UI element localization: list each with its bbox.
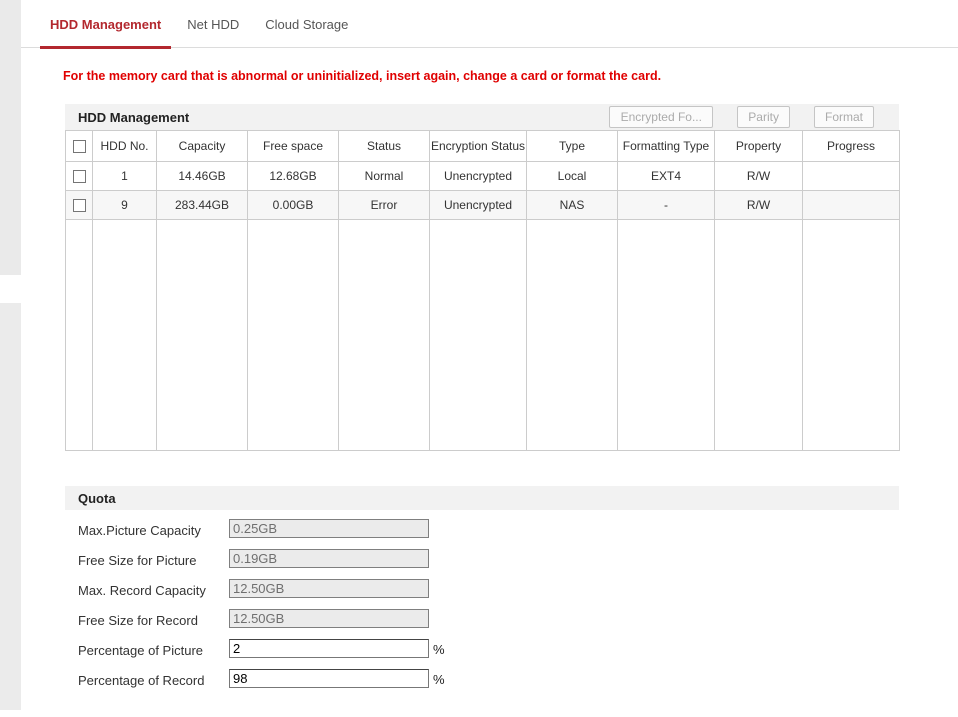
quota-field-label: Percentage of Picture: [78, 643, 203, 658]
quota-field-row: Free Size for Record: [65, 609, 899, 639]
left-sidebar-strip-top: [0, 0, 21, 275]
empty-cell: [66, 220, 93, 451]
tab-bar: HDD Management Net HDD Cloud Storage: [21, 0, 958, 48]
table-cell: Normal: [339, 162, 430, 191]
format-button[interactable]: Format: [814, 106, 874, 128]
column-header: Encryption Status: [430, 131, 527, 162]
row-checkbox[interactable]: [73, 170, 86, 183]
table-cell: 283.44GB: [157, 191, 248, 220]
hdd-table: HDD No.CapacityFree spaceStatusEncryptio…: [65, 130, 900, 451]
empty-cell: [527, 220, 618, 451]
table-cell: -: [618, 191, 715, 220]
table-cell: [803, 162, 900, 191]
column-header: Free space: [248, 131, 339, 162]
empty-cell: [248, 220, 339, 451]
table-cell: EXT4: [618, 162, 715, 191]
parity-button[interactable]: Parity: [737, 106, 790, 128]
select-all-checkbox[interactable]: [73, 140, 86, 153]
quota-field-input: [229, 609, 429, 628]
column-header: Type: [527, 131, 618, 162]
quota-field-row: Percentage of Picture%: [65, 639, 899, 669]
tab-net-hdd[interactable]: Net HDD: [177, 17, 249, 49]
quota-panel-header: Quota: [65, 486, 899, 510]
hdd-panel-title: HDD Management: [65, 110, 189, 125]
table-cell: R/W: [715, 162, 803, 191]
row-checkbox[interactable]: [73, 199, 86, 212]
table-cell: [803, 191, 900, 220]
quota-panel-title: Quota: [65, 491, 116, 506]
encrypted-format-button[interactable]: Encrypted Fo...: [609, 106, 713, 128]
empty-cell: [430, 220, 527, 451]
quota-field-input: [229, 579, 429, 598]
percent-suffix: %: [433, 672, 445, 687]
table-cell: Local: [527, 162, 618, 191]
table-cell: 14.46GB: [157, 162, 248, 191]
empty-cell: [618, 220, 715, 451]
quota-field-label: Max. Record Capacity: [78, 583, 206, 598]
column-header: Progress: [803, 131, 900, 162]
empty-cell: [803, 220, 900, 451]
quota-field-input: [229, 519, 429, 538]
tab-hdd-management[interactable]: HDD Management: [40, 17, 171, 49]
tab-cloud-storage[interactable]: Cloud Storage: [255, 17, 358, 49]
table-cell: Unencrypted: [430, 191, 527, 220]
quota-field-input: [229, 549, 429, 568]
column-header: HDD No.: [93, 131, 157, 162]
table-cell: R/W: [715, 191, 803, 220]
table-row[interactable]: 9283.44GB0.00GBErrorUnencryptedNAS-R/W: [66, 191, 900, 220]
empty-cell: [339, 220, 430, 451]
empty-cell: [157, 220, 248, 451]
quota-field-row: Free Size for Picture: [65, 549, 899, 579]
hdd-panel-buttons: Encrypted Fo... Parity Format: [609, 106, 899, 128]
quota-field-label: Free Size for Record: [78, 613, 198, 628]
table-cell: 12.68GB: [248, 162, 339, 191]
quota-field-input[interactable]: [229, 669, 429, 688]
select-all-cell: [66, 131, 93, 162]
percent-suffix: %: [433, 642, 445, 657]
empty-cell: [715, 220, 803, 451]
quota-field-label: Max.Picture Capacity: [78, 523, 201, 538]
table-row[interactable]: 114.46GB12.68GBNormalUnencryptedLocalEXT…: [66, 162, 900, 191]
left-sidebar-strip-bottom: [0, 303, 21, 710]
table-cell: 0.00GB: [248, 191, 339, 220]
empty-cell: [93, 220, 157, 451]
row-checkbox-cell: [66, 162, 93, 191]
table-cell: 1: [93, 162, 157, 191]
quota-fields: Max.Picture Capacity Free Size for Pictur…: [65, 510, 899, 699]
quota-field-label: Free Size for Picture: [78, 553, 197, 568]
quota-field-row: Max. Record Capacity: [65, 579, 899, 609]
quota-field-input[interactable]: [229, 639, 429, 658]
hdd-management-panel: HDD Management Encrypted Fo... Parity Fo…: [65, 104, 899, 451]
quota-field-row: Percentage of Record%: [65, 669, 899, 699]
empty-rows-area: [66, 220, 900, 451]
row-checkbox-cell: [66, 191, 93, 220]
column-header: Property: [715, 131, 803, 162]
quota-field-label: Percentage of Record: [78, 673, 204, 688]
column-header: Formatting Type: [618, 131, 715, 162]
hdd-panel-header: HDD Management Encrypted Fo... Parity Fo…: [65, 104, 899, 130]
quota-field-row: Max.Picture Capacity: [65, 519, 899, 549]
column-header: Capacity: [157, 131, 248, 162]
table-cell: Unencrypted: [430, 162, 527, 191]
warning-text: For the memory card that is abnormal or …: [63, 69, 661, 83]
quota-panel: Quota Max.Picture Capacity Free Size for …: [65, 486, 899, 699]
table-cell: NAS: [527, 191, 618, 220]
hdd-table-header-row: HDD No.CapacityFree spaceStatusEncryptio…: [66, 131, 900, 162]
table-cell: 9: [93, 191, 157, 220]
table-cell: Error: [339, 191, 430, 220]
column-header: Status: [339, 131, 430, 162]
